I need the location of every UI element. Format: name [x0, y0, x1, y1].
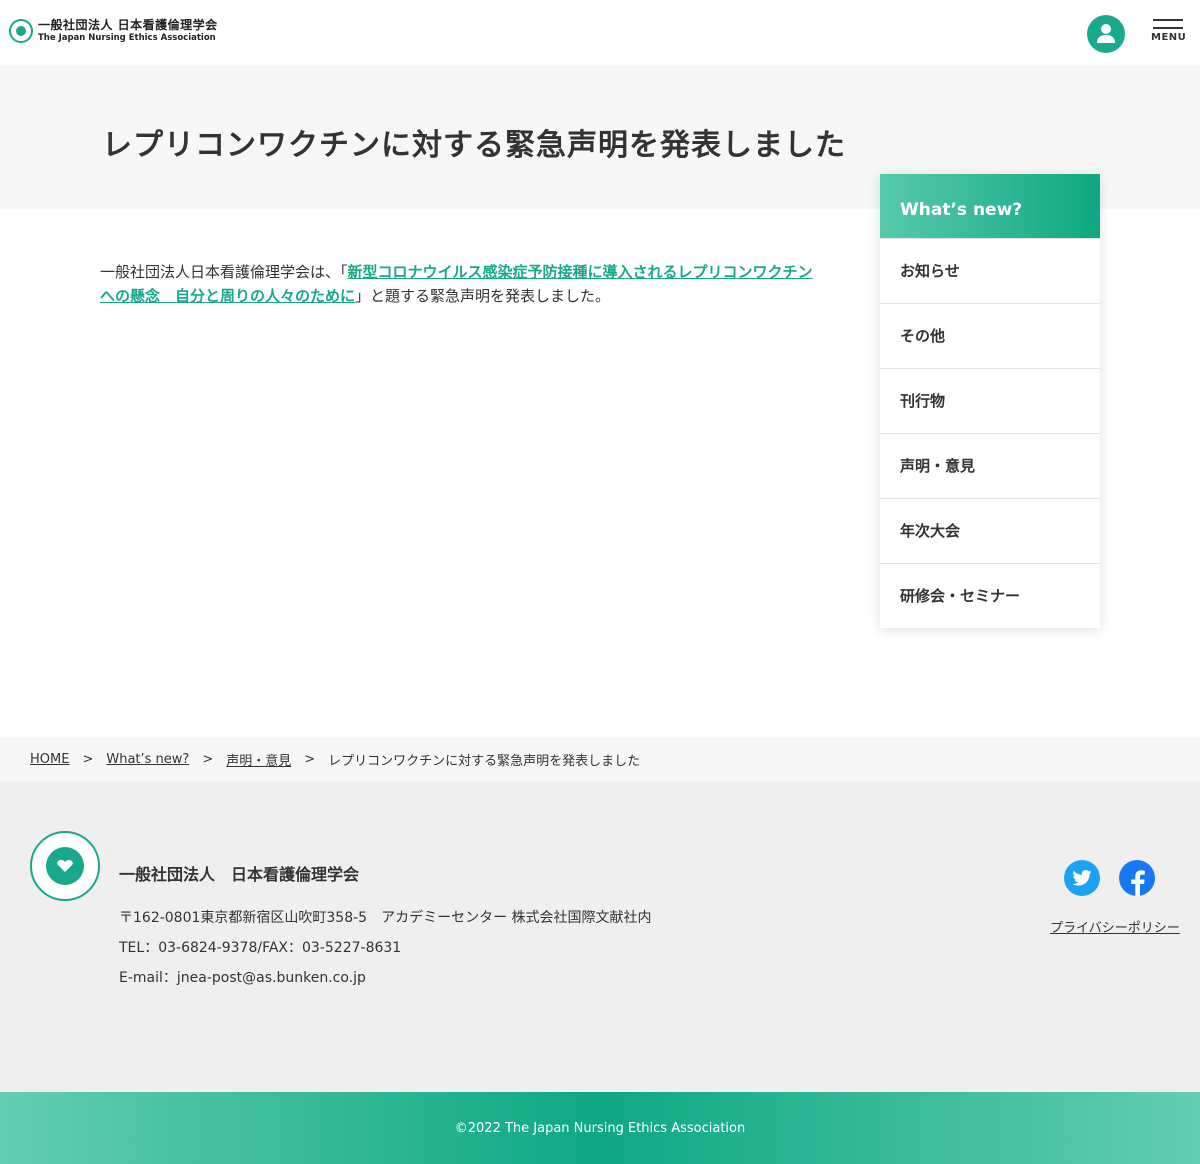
breadcrumb-separator: > [82, 751, 94, 767]
site-header: 一般社団法人 日本看護倫理学会 The Japan Nursing Ethics… [0, 0, 1200, 65]
twitter-button[interactable] [1064, 860, 1100, 896]
breadcrumb-separator: > [202, 751, 214, 767]
menu-label: MENU [1151, 32, 1187, 43]
menu-button[interactable]: MENU [1151, 19, 1187, 55]
sidebar-heading[interactable]: What’s new? [880, 174, 1100, 238]
footer-tel-fax: TEL：03-6824-9378/FAX：03-5227-8631 [119, 940, 402, 956]
user-account-button[interactable] [1087, 15, 1125, 53]
breadcrumb-home[interactable]: HOME [30, 752, 69, 767]
heart-icon [57, 860, 73, 872]
sidebar-item-annual-meeting[interactable]: 年次大会 [880, 498, 1100, 563]
copyright-text: ©2022 The Japan Nursing Ethics Associati… [454, 1120, 746, 1136]
facebook-icon [1131, 870, 1145, 896]
category-sidebar: What’s new? お知らせ その他 刊行物 声明・意見 年次大会 研修会・… [880, 174, 1100, 628]
sidebar-item-statements[interactable]: 声明・意見 [880, 433, 1100, 498]
breadcrumb-separator: > [304, 751, 316, 767]
logo-emblem-icon [9, 19, 33, 43]
privacy-policy-link[interactable]: プライバシーポリシー [1050, 917, 1180, 936]
logo-title-en: The Japan Nursing Ethics Association [38, 33, 216, 44]
article-body: 一般社団法人日本看護倫理学会は、「新型コロナウイルス感染症予防接種に導入されるレ… [100, 260, 825, 308]
page-title: レプリコンワクチンに対する緊急声明を発表しました [102, 128, 846, 163]
breadcrumb-whats-new[interactable]: What’s new? [106, 752, 189, 767]
site-footer: 一般社団法人 日本看護倫理学会 〒162-0801東京都新宿区山吹町358-5 … [0, 781, 1200, 1092]
breadcrumb-current: レプリコンワクチンに対する緊急声明を発表しました [328, 753, 641, 769]
sidebar-item-other[interactable]: その他 [880, 303, 1100, 368]
facebook-button[interactable] [1119, 860, 1155, 896]
breadcrumb: HOME > What’s new? > 声明・意見 > レプリコンワクチンに対… [0, 737, 1200, 781]
footer-logo[interactable] [30, 831, 100, 901]
intro-prefix: 一般社団法人日本看護倫理学会は、「 [100, 263, 348, 281]
footer-address: 〒162-0801東京都新宿区山吹町358-5 アカデミーセンター 株式会社国際… [119, 910, 652, 926]
footer-org-name: 一般社団法人 日本看護倫理学会 [119, 865, 360, 884]
sidebar-item-publications[interactable]: 刊行物 [880, 368, 1100, 433]
twitter-icon [1072, 870, 1092, 886]
user-icon [1097, 24, 1115, 43]
intro-suffix: 」と題する緊急声明を発表しました。 [355, 287, 611, 305]
sidebar-item-news[interactable]: お知らせ [880, 238, 1100, 303]
copyright-bar: ©2022 The Japan Nursing Ethics Associati… [0, 1092, 1200, 1164]
site-logo[interactable]: 一般社団法人 日本看護倫理学会 The Japan Nursing Ethics… [9, 19, 218, 43]
sidebar-item-seminars[interactable]: 研修会・セミナー [880, 563, 1100, 628]
breadcrumb-statements[interactable]: 声明・意見 [226, 750, 291, 769]
footer-email: E-mail：jnea-post@as.bunken.co.jp [119, 970, 366, 986]
hamburger-icon [1153, 19, 1183, 21]
logo-title-jp: 一般社団法人 日本看護倫理学会 [38, 18, 218, 33]
